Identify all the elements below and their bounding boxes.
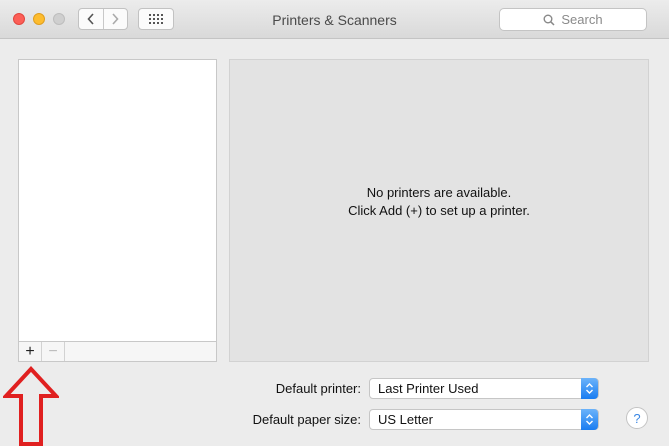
help-button[interactable]: ? xyxy=(626,407,648,429)
popup-stepper-icon xyxy=(581,409,598,430)
popup-stepper-icon xyxy=(581,378,598,399)
search-placeholder: Search xyxy=(561,12,603,27)
window-titlebar: Printers & Scanners Search xyxy=(0,0,669,39)
default-printer-popup[interactable]: Last Printer Used xyxy=(369,378,599,399)
paper-size-row: Default paper size: US Letter xyxy=(0,409,669,431)
empty-state-line-2: Click Add (+) to set up a printer. xyxy=(348,202,530,218)
printer-list-controls: + − xyxy=(18,342,217,362)
paper-size-value: US Letter xyxy=(378,412,433,427)
search-field[interactable]: Search xyxy=(499,8,647,31)
paper-size-popup[interactable]: US Letter xyxy=(369,409,599,430)
empty-state-line-1: No printers are available. xyxy=(366,184,512,200)
printer-detail-panel: No printers are available. Click Add (+)… xyxy=(229,59,649,362)
paper-size-label: Default paper size: xyxy=(252,412,361,427)
default-printer-value: Last Printer Used xyxy=(378,381,479,396)
add-printer-button[interactable]: + xyxy=(19,342,42,361)
remove-printer-button[interactable]: − xyxy=(42,342,65,361)
printer-list[interactable] xyxy=(18,59,217,342)
default-printer-row: Default printer: Last Printer Used xyxy=(0,378,669,400)
default-printer-label: Default printer: xyxy=(275,381,361,396)
search-icon xyxy=(543,14,555,26)
empty-state-message: No printers are available. Click Add (+)… xyxy=(348,184,530,220)
annotation-arrow-icon xyxy=(3,366,59,446)
